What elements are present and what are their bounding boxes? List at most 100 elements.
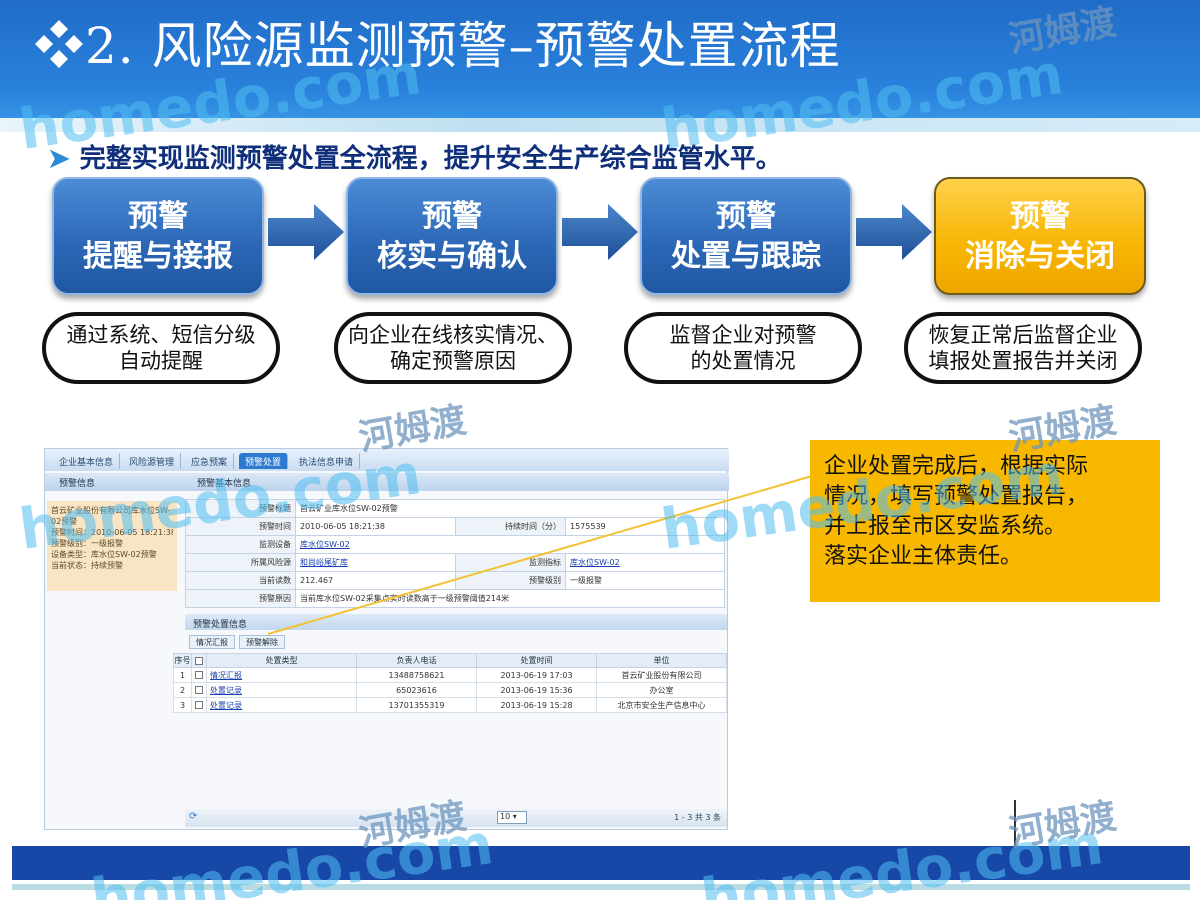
field-label: 预警时间 [185,517,296,536]
warning-item-line: 02预警 [51,517,78,526]
step-box-2: 预警 核实与确认 [346,177,558,295]
step-2-line2: 核实与确认 [377,239,527,274]
flow-arrow-icon [856,204,932,260]
callout-line: 情况，填写预警处置报告， [824,484,1089,509]
warning-item-line: 当前状态：持续预警 [51,561,123,570]
app-nav-bar: 企业基本信息 风险源管理 应急预案 预警处置 执法信息申请 [45,449,729,471]
step-box-1: 预警 提醒与接报 [52,177,264,295]
column-header: 单位 [596,653,727,668]
release-warning-button[interactable]: 预警解除 [239,635,285,649]
field-label: 所属风险源 [185,553,296,572]
warning-item-line: 设备类型：库水位SW-02预警 [51,550,157,559]
nav-tab-company-info[interactable]: 企业基本信息 [53,453,121,469]
warning-basic-info-label: 预警基本信息 [197,479,252,489]
time-cell: 2013-06-19 15:28 [476,697,597,713]
warning-list-item[interactable]: 首云矿业股份有限公司库水位SW- 02预警 预警时间：2010-06-05 18… [47,501,177,591]
row-number: 3 [173,697,192,713]
warning-info-table: 预警标题 首云矿业库水位SW-02预警 预警时间 2010-06-05 18:2… [185,499,725,608]
step-3-line1: 预警 [716,199,776,234]
footer-bar [12,846,1190,880]
row-checkbox[interactable] [191,682,207,698]
handling-records-table: 序号 处置类型 负责人电话 处置时间 单位 1 情况汇报 13488758621… [173,653,727,713]
field-label: 持续时间（分） [455,517,566,536]
nav-tab-warning-handling[interactable]: 预警处置 [239,453,289,469]
phone-cell: 13701355319 [356,697,477,713]
row-checkbox[interactable] [191,667,207,683]
page-title: ❖2. 风险源监测预警–预警处置流程 [34,17,841,75]
field-label: 当前读数 [185,571,296,590]
handling-type-link[interactable]: 处置记录 [206,682,357,698]
column-header: 处置类型 [206,653,357,668]
page-size-select[interactable]: 10 ▾ [497,811,527,824]
callout-line: 落实企业主体责任。 [824,544,1023,569]
step-3-desc-line2: 的处置情况 [690,349,796,373]
footer-line [12,884,1190,890]
warning-time-value: 2010-06-05 18:21:38 [295,517,456,536]
app-subheader: 预警信息 预警基本信息 [45,473,729,491]
step-1-desc-line1: 通过系统、短信分级 [66,323,256,347]
phone-cell: 65023616 [356,682,477,698]
time-cell: 2013-06-19 15:36 [476,682,597,698]
warning-reason-value: 当前库水位SW-02采集点实时读数高于一级预警阈值214米 [295,589,725,608]
row-number: 1 [173,667,192,683]
handling-type-link[interactable]: 情况汇报 [206,667,357,683]
step-4-line1: 预警 [1010,199,1070,234]
time-cell: 2013-06-19 17:03 [476,667,597,683]
step-box-3: 预警 处置与跟踪 [640,177,852,295]
header-stripe [0,118,1200,132]
step-4-line2: 消除与关闭 [965,239,1115,274]
handling-type-link[interactable]: 处置记录 [206,697,357,713]
table-row[interactable]: 3 处置记录 13701355319 2013-06-19 15:28 北京市安… [173,697,727,713]
step-3-line2: 处置与跟踪 [671,239,821,274]
subtitle: ➤ 完整实现监测预警处置全流程，提升安全生产综合监管水平。 [48,138,782,175]
warning-item-line: 预警时间：2010-06-05 18:21:38 [51,528,173,537]
table-row[interactable]: 1 情况汇报 13488758621 2013-06-19 17:03 首云矿业… [173,667,727,683]
refresh-icon[interactable]: ⟳ [189,811,197,822]
nav-tab-emergency-plan[interactable]: 应急预案 [185,453,235,469]
column-header: 负责人电话 [356,653,477,668]
row-checkbox[interactable] [191,697,207,713]
page-size-value: 10 [500,812,511,821]
step-desc-3: 监督企业对预警 的处置情况 [624,312,862,384]
column-header: 处置时间 [476,653,597,668]
nav-tab-enforcement[interactable]: 执法信息申请 [293,453,361,469]
step-desc-2: 向企业在线核实情况、 确定预警原因 [334,312,572,384]
step-1-line2: 提醒与接报 [83,239,233,274]
warning-item-line: 预警级别：一级报警 [51,539,123,548]
risk-source-link[interactable]: 和尚峪尾矿库 [295,553,456,572]
step-2-desc-line1: 向企业在线核实情况、 [348,323,558,347]
step-box-4: 预警 消除与关闭 [934,177,1146,295]
monitor-device-link[interactable]: 库水位SW-02 [295,535,725,554]
indicator-link[interactable]: 库水位SW-02 [565,553,725,572]
step-desc-4: 恢复正常后监督企业 填报处置报告并关闭 [904,312,1142,384]
app-screenshot: 企业基本信息 风险源管理 应急预案 预警处置 执法信息申请 预警信息 预警基本信… [44,448,729,830]
table-row[interactable]: 2 处置记录 65023616 2013-06-19 15:36 办公室 [173,682,727,698]
step-3-desc-line1: 监督企业对预警 [669,323,817,347]
subtitle-text: 完整实现监测预警处置全流程，提升安全生产综合监管水平。 [79,144,782,174]
flow-arrow-icon [562,204,638,260]
reading-value: 212.467 [295,571,456,590]
step-1-desc-line2: 自动提醒 [119,349,203,373]
table-header-row: 序号 处置类型 负责人电话 处置时间 单位 [173,653,727,668]
select-all-checkbox[interactable] [191,653,207,668]
warning-item-line: 首云矿业股份有限公司库水位SW- [51,506,171,515]
field-label: 预警级别 [455,571,566,590]
step-1-line1: 预警 [128,199,188,234]
handling-section-title: 预警处置信息 [185,614,727,630]
flow-arrow-icon [268,204,344,260]
warning-level-value: 一级报警 [565,571,725,590]
nav-tab-risk-source[interactable]: 风险源管理 [123,453,182,469]
pagination-bar: ⟳ 10 ▾ 1 - 3 共 3 条 [185,809,727,827]
warning-info-label: 预警信息 [59,479,96,489]
field-label: 预警标题 [185,499,296,518]
field-label: 监测指标 [455,553,566,572]
report-situation-button[interactable]: 情况汇报 [189,635,235,649]
row-number: 2 [173,682,192,698]
field-label: 监测设备 [185,535,296,554]
step-2-line1: 预警 [422,199,482,234]
step-2-desc-line2: 确定预警原因 [390,349,516,373]
unit-cell: 北京市安全生产信息中心 [596,697,727,713]
step-desc-1: 通过系统、短信分级 自动提醒 [42,312,280,384]
phone-cell: 13488758621 [356,667,477,683]
text-cursor [1014,800,1016,846]
